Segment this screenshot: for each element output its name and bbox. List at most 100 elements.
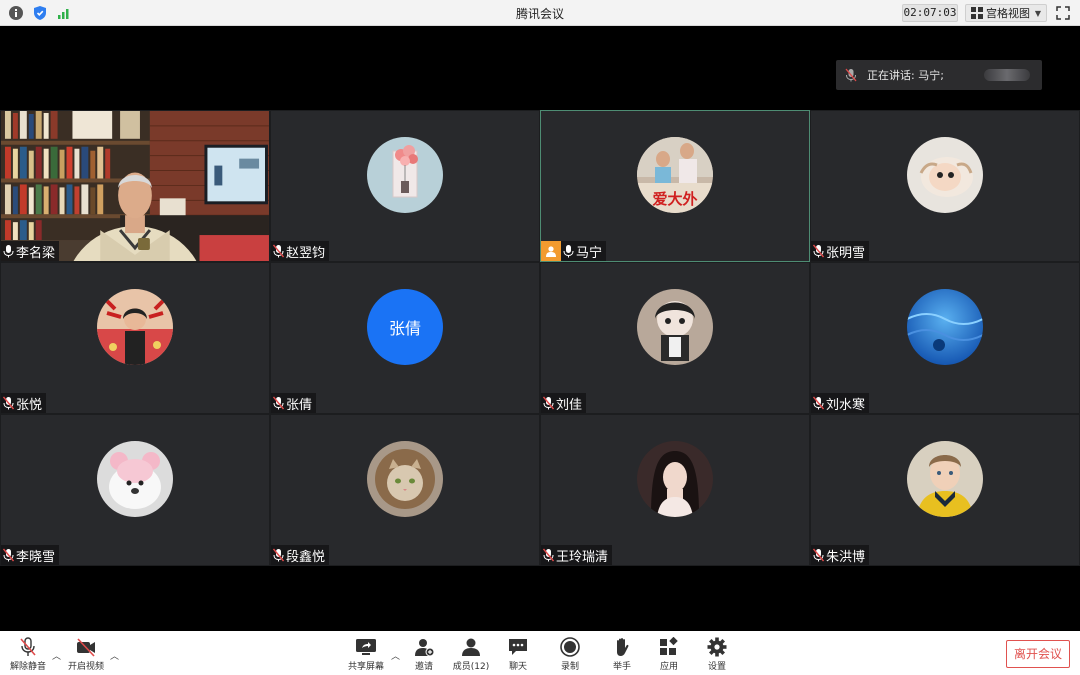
muted-microphone-icon <box>543 396 554 410</box>
participant-name-label: 刘佳 <box>541 393 587 413</box>
participant-name: 刘佳 <box>556 397 583 413</box>
host-badge <box>541 241 561 261</box>
participant-grid: 李名梁 赵翌钧 爱大外 马宁 张明雪 张悦 张倩 张倩 刘佳 刘水寒 李晓雪 段… <box>0 110 1080 566</box>
invite-button[interactable]: 邀请 <box>398 637 450 672</box>
share-screen-button[interactable]: 共享屏幕 <box>340 637 392 672</box>
participant-name: 李名梁 <box>16 245 56 261</box>
add-user-icon <box>415 639 435 657</box>
apps-icon <box>660 637 678 655</box>
muted-microphone-icon <box>543 548 554 562</box>
avatar <box>907 441 983 517</box>
text-avatar: 张倩 <box>367 289 443 365</box>
meeting-timer: 02:07:03 <box>902 4 958 22</box>
meeting-window: 腾讯会议 02:07:03 宫格视图 ▼ 正在讲话: 马宁; 李名梁 赵翌钧 爱… <box>0 0 1080 675</box>
meeting-toolbar: 解除静音 ︿ 开启视频 ︿ 共享屏幕 ︿ 邀请 成员(12) 聊天 录制 举手 … <box>0 631 1080 675</box>
record-label: 录制 <box>560 662 579 672</box>
participant-tile[interactable]: 爱大外 马宁 <box>540 110 810 262</box>
participant-name: 李晓雪 <box>16 549 56 565</box>
participant-tile[interactable]: 赵翌钧 <box>270 110 540 262</box>
participant-tile[interactable]: 张悦 <box>0 262 270 414</box>
muted-microphone-icon <box>813 396 824 410</box>
microphone-icon <box>563 245 574 258</box>
unmute-button[interactable]: 解除静音 <box>2 637 54 672</box>
participant-name: 马宁 <box>576 245 603 261</box>
avatar <box>97 441 173 517</box>
participant-name-label: 马宁 <box>541 241 607 261</box>
muted-microphone-icon <box>273 548 284 562</box>
participant-tile[interactable]: 段鑫悦 <box>270 414 540 566</box>
avatar <box>367 441 443 517</box>
apps-label: 应用 <box>659 662 678 672</box>
participant-name: 张明雪 <box>826 245 866 261</box>
muted-microphone-icon <box>813 244 824 258</box>
avatar: 爱大外 <box>637 137 713 213</box>
participant-name-label: 李晓雪 <box>1 545 60 565</box>
participant-tile[interactable]: 刘水寒 <box>810 262 1080 414</box>
fullscreen-icon[interactable] <box>1054 4 1072 22</box>
avatar <box>637 289 713 365</box>
video-options-chevron-icon[interactable]: ︿ <box>110 649 119 662</box>
participant-tile[interactable]: 王玲瑞清 <box>540 414 810 566</box>
record-icon <box>560 637 580 657</box>
avatar <box>97 289 173 365</box>
members-icon <box>462 638 480 656</box>
muted-microphone-icon <box>3 548 14 562</box>
blurred-avatars <box>984 69 1030 81</box>
host-user-icon <box>546 246 556 257</box>
svg-text:爱大外: 爱大外 <box>652 190 697 208</box>
participant-name-label: 朱洪博 <box>811 545 870 565</box>
members-button[interactable]: 成员(12) <box>445 637 497 672</box>
participant-tile[interactable]: 刘佳 <box>540 262 810 414</box>
avatar <box>367 137 443 213</box>
participant-name-label: 张倩 <box>271 393 317 413</box>
record-button[interactable]: 录制 <box>544 637 596 672</box>
raise-hand-icon <box>617 638 629 656</box>
participant-name-label: 张悦 <box>1 393 47 413</box>
unmute-label: 解除静音 <box>9 662 46 672</box>
video-off-icon <box>77 638 95 657</box>
chat-label: 聊天 <box>508 662 527 672</box>
grid-view-icon <box>971 7 983 19</box>
participant-name-label: 赵翌钧 <box>271 241 330 261</box>
view-mode-label: 宫格视图 <box>986 7 1030 20</box>
leave-meeting-button[interactable]: 离开会议 <box>1006 640 1070 668</box>
avatar <box>637 441 713 517</box>
participant-tile[interactable]: 朱洪博 <box>810 414 1080 566</box>
participant-name: 段鑫悦 <box>286 549 326 565</box>
gear-icon <box>707 637 727 657</box>
muted-microphone-icon <box>20 637 36 656</box>
participant-name: 朱洪博 <box>826 549 866 565</box>
participant-tile[interactable]: 张明雪 <box>810 110 1080 262</box>
participant-name-label: 段鑫悦 <box>271 545 330 565</box>
muted-microphone-icon <box>273 396 284 410</box>
participant-name: 赵翌钧 <box>286 245 326 261</box>
settings-button[interactable]: 设置 <box>691 637 743 672</box>
apps-button[interactable]: 应用 <box>643 637 695 672</box>
participant-tile[interactable]: 张倩 张倩 <box>270 262 540 414</box>
invite-label: 邀请 <box>414 662 433 672</box>
avatar <box>907 137 983 213</box>
chat-icon <box>509 639 527 655</box>
raise-hand-button[interactable]: 举手 <box>596 637 648 672</box>
microphone-icon <box>845 68 857 82</box>
microphone-icon <box>3 245 14 258</box>
title-bar: 腾讯会议 02:07:03 宫格视图 ▼ <box>0 0 1080 26</box>
participant-tile[interactable]: 李名梁 <box>0 110 270 262</box>
participant-tile[interactable]: 李晓雪 <box>0 414 270 566</box>
participant-name: 张倩 <box>286 397 313 413</box>
share-screen-label: 共享屏幕 <box>347 662 384 672</box>
avatar <box>907 289 983 365</box>
start-video-label: 开启视频 <box>67 662 104 672</box>
chat-button[interactable]: 聊天 <box>492 637 544 672</box>
settings-label: 设置 <box>707 662 726 672</box>
participant-name: 王玲瑞清 <box>556 549 609 565</box>
raise-hand-label: 举手 <box>612 662 631 672</box>
muted-microphone-icon <box>3 396 14 410</box>
view-mode-button[interactable]: 宫格视图 ▼ <box>965 4 1047 22</box>
participant-name-label: 李名梁 <box>1 241 60 261</box>
participant-name-label: 刘水寒 <box>811 393 870 413</box>
speaking-text: 正在讲话: 马宁; <box>867 69 944 82</box>
chevron-down-icon: ▼ <box>1034 8 1041 18</box>
speaking-banner: 正在讲话: 马宁; <box>836 60 1042 90</box>
start-video-button[interactable]: 开启视频 <box>60 637 112 672</box>
